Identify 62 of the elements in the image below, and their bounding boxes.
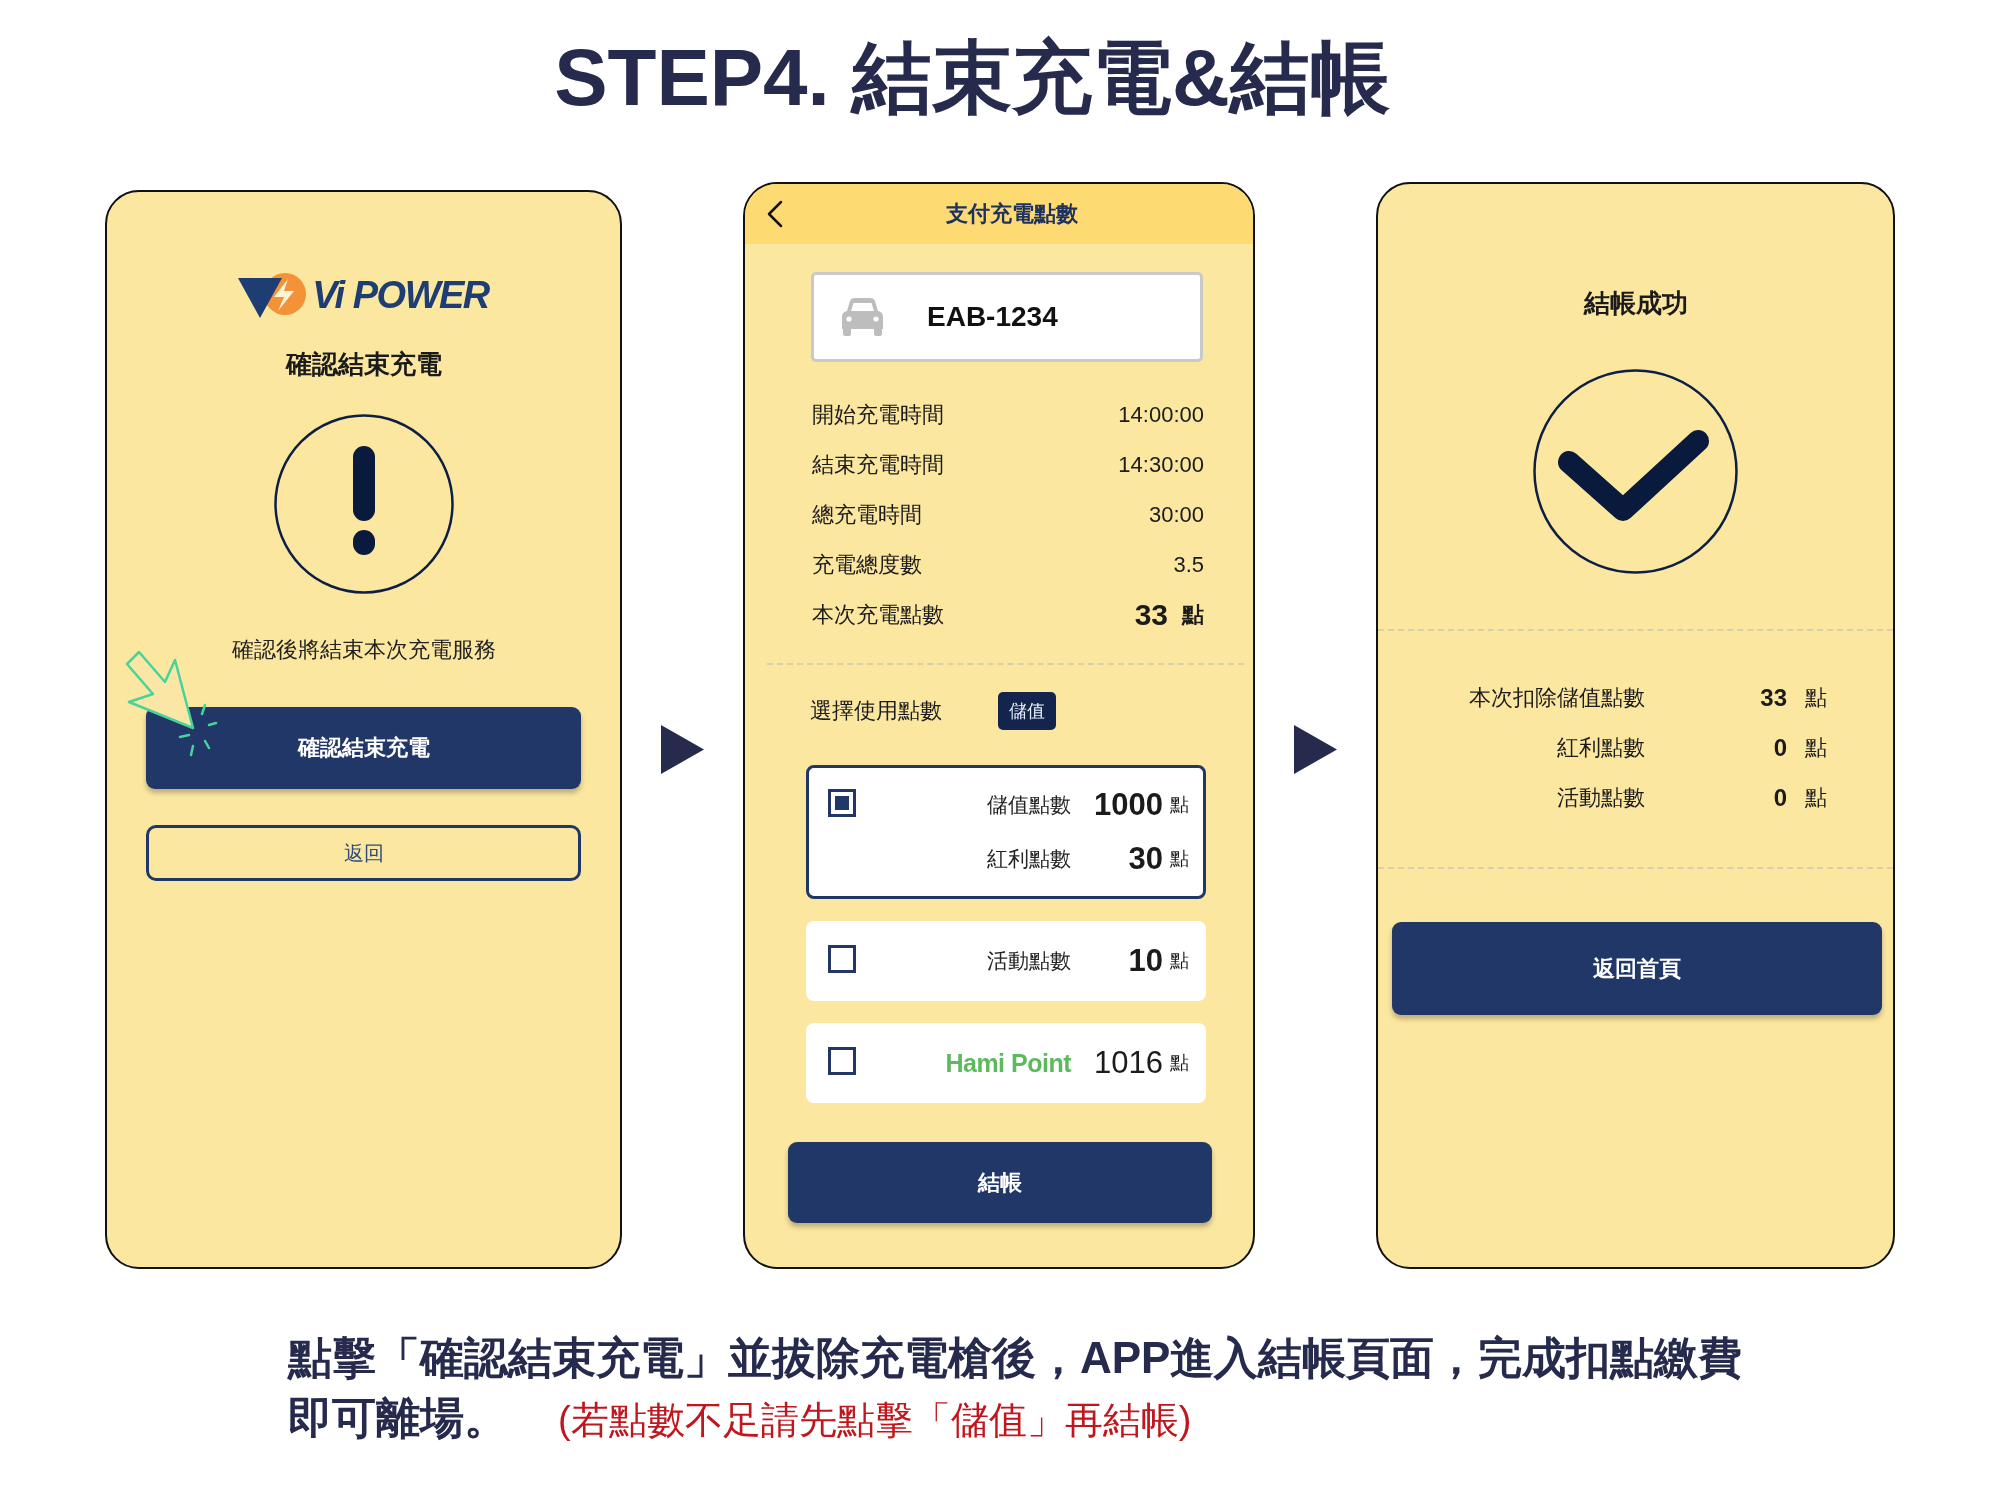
checkout-button[interactable]: 結帳 bbox=[788, 1142, 1212, 1223]
points-value: 10 bbox=[1128, 942, 1163, 980]
unit-text: 點 bbox=[1170, 1051, 1189, 1075]
exclamation-circle-icon bbox=[273, 414, 454, 594]
back-chevron-icon[interactable] bbox=[767, 200, 783, 228]
points-label: 儲值點數 bbox=[987, 792, 1071, 818]
note-text: (若點數不足請先點擊「儲值」再結帳) bbox=[558, 1398, 1192, 1443]
logo-text: Vi POWER bbox=[312, 273, 489, 318]
screen-heading: 確認結束充電 bbox=[285, 348, 442, 381]
caption-text: 點擊「確認結束充電」並拔除充電槍後，APP進入結帳頁面，完成扣點繳費 bbox=[288, 1332, 1743, 1384]
detail-value: 14:30:00 bbox=[1118, 452, 1204, 478]
unit-text: 點 bbox=[1170, 949, 1189, 973]
caption-text: 即可離場。 bbox=[288, 1392, 508, 1444]
detail-label: 總充電時間 bbox=[812, 501, 922, 529]
points-label: 紅利點數 bbox=[987, 846, 1071, 872]
unit-text: 點 bbox=[1805, 784, 1827, 812]
checkbox[interactable] bbox=[828, 789, 856, 817]
car-icon bbox=[841, 298, 884, 336]
points-option-card[interactable]: 儲值點數 1000 點 紅利點數 30 點 bbox=[806, 765, 1206, 899]
screen-heading: 結帳成功 bbox=[1583, 287, 1688, 320]
top-up-button[interactable]: 儲值 bbox=[998, 692, 1056, 730]
detail-value: 3.5 bbox=[1173, 552, 1204, 578]
header-title: 支付充電點數 bbox=[945, 200, 1079, 228]
points-value: 30 bbox=[1128, 840, 1163, 878]
cursor-click-icon bbox=[125, 648, 219, 758]
summary-label: 本次扣除儲值點數 bbox=[1469, 684, 1645, 712]
back-button[interactable]: 返回 bbox=[146, 825, 581, 881]
unit-text: 點 bbox=[1182, 601, 1204, 629]
unit-text: 點 bbox=[1805, 684, 1827, 712]
detail-label: 結束充電時間 bbox=[812, 451, 944, 479]
summary-label: 紅利點數 bbox=[1557, 734, 1645, 762]
triangle-arrow-icon bbox=[661, 725, 704, 774]
triangle-arrow-icon bbox=[1294, 725, 1337, 774]
unit-text: 點 bbox=[1170, 847, 1189, 871]
points-label: 活動點數 bbox=[987, 948, 1071, 974]
plate-number: EAB-1234 bbox=[927, 301, 1058, 333]
points-value: 1016 bbox=[1094, 1044, 1163, 1082]
brand-logo-text: Hami Point bbox=[945, 1048, 1071, 1079]
points-option-card[interactable]: Hami Point 1016 點 bbox=[806, 1023, 1206, 1103]
home-button[interactable]: 返回首頁 bbox=[1392, 922, 1882, 1015]
detail-value: 14:00:00 bbox=[1118, 402, 1204, 428]
summary-label: 活動點數 bbox=[1557, 784, 1645, 812]
checkbox[interactable] bbox=[828, 1047, 856, 1075]
unit-text: 點 bbox=[1170, 793, 1189, 817]
page-title: STEP4. 結束充電&結帳 bbox=[553, 32, 1391, 124]
points-value: 1000 bbox=[1094, 786, 1163, 824]
checkbox[interactable] bbox=[828, 945, 856, 973]
detail-value: 30:00 bbox=[1148, 502, 1204, 528]
detail-label: 開始充電時間 bbox=[812, 401, 944, 429]
confirm-button[interactable]: 確認結束充電 bbox=[146, 707, 581, 789]
detail-label: 充電總度數 bbox=[812, 551, 922, 579]
check-circle-icon bbox=[1533, 369, 1738, 574]
summary-value: 0 bbox=[1773, 783, 1787, 813]
points-option-card[interactable]: 活動點數 10 點 bbox=[806, 921, 1206, 1001]
detail-label: 本次充電點數 bbox=[812, 601, 944, 629]
summary-value: 0 bbox=[1773, 733, 1787, 763]
message-text: 確認後將結束本次充電服務 bbox=[231, 636, 496, 664]
section-label: 選擇使用點數 bbox=[810, 697, 942, 725]
summary-value: 33 bbox=[1760, 683, 1787, 713]
lightning-logo-icon bbox=[238, 273, 307, 318]
unit-text: 點 bbox=[1805, 734, 1827, 762]
total-points-value: 33 bbox=[1134, 598, 1168, 632]
